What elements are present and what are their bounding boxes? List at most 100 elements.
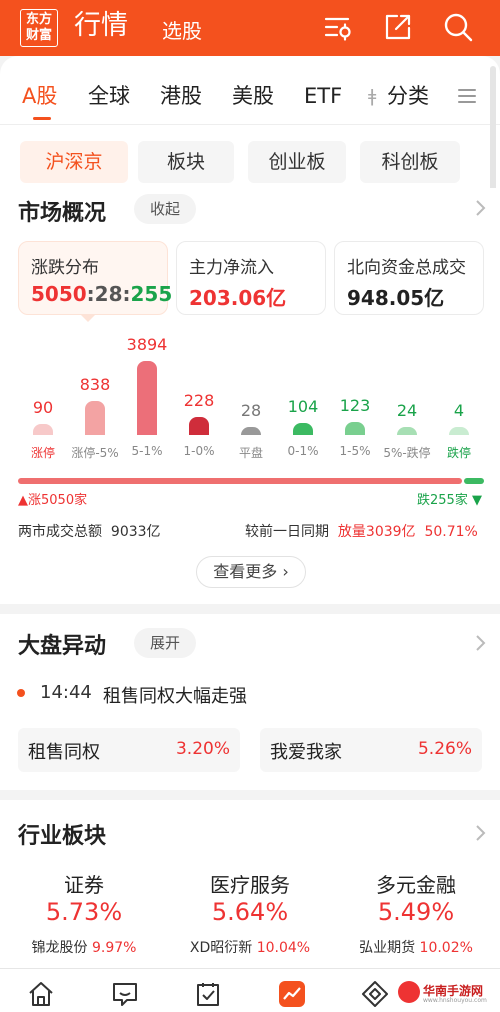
distribution-label: 1-5% xyxy=(339,444,371,458)
subtab-chinext[interactable]: 创业板 xyxy=(248,141,346,183)
tab-etf[interactable]: ETF xyxy=(304,82,342,110)
industry-pct: 5.73% xyxy=(45,898,123,926)
watermark-url: www.hnshouyou.com xyxy=(423,997,487,1004)
chip-name: 我爱我家 xyxy=(270,742,342,763)
distribution-bar xyxy=(85,401,105,435)
expand-button[interactable]: 展开 xyxy=(134,628,196,658)
distribution-count: 104 xyxy=(287,397,319,416)
app-logo[interactable]: 东方 财富 xyxy=(20,9,58,47)
industry-name[interactable]: 医疗服务 xyxy=(170,869,330,898)
updown-counts: 5050:28:255 xyxy=(31,282,173,306)
distribution-count: 28 xyxy=(240,401,262,420)
down-ratio-bar xyxy=(464,478,484,484)
arrow-up-icon: ▲ xyxy=(18,493,28,508)
subtab-hushenjing[interactable]: 沪深京 xyxy=(20,141,128,183)
turnover-label: 两市成交总额 xyxy=(18,524,102,540)
compare-pct: 50.71% xyxy=(424,524,478,540)
distribution-bar xyxy=(189,417,209,435)
chevron-right-icon: › xyxy=(282,562,289,581)
distribution-count: 228 xyxy=(183,391,215,410)
distribution-count: 123 xyxy=(339,396,371,415)
event-text[interactable]: 租售同权大幅走强 xyxy=(103,682,247,708)
distribution-label: 涨停 xyxy=(30,446,55,460)
watchlist-icon[interactable] xyxy=(193,979,223,1009)
up-total-label: ▲涨5050家 xyxy=(18,493,88,508)
distribution-bar xyxy=(33,424,53,435)
arrow-down-icon: ▼ xyxy=(467,493,482,508)
search-icon[interactable] xyxy=(441,10,475,44)
stock-chip[interactable]: 租售同权 3.20% xyxy=(18,728,240,772)
logo-line2: 财富 xyxy=(25,28,52,43)
stat-updown-distribution[interactable]: 涨跌分布 5050:28:255 xyxy=(18,241,172,315)
settings-list-icon[interactable] xyxy=(320,10,354,44)
stat-label: 北向资金总成交 xyxy=(347,258,466,278)
distribution-label: 0-1% xyxy=(287,444,319,458)
distribution-bar xyxy=(137,361,157,435)
distribution-bar xyxy=(241,427,261,435)
stock-picker-tab[interactable]: 选股 xyxy=(162,17,202,45)
watermark: 华南手游网 www.hnshouyou.com xyxy=(392,976,496,1008)
event-time: 14:44 xyxy=(40,682,92,703)
industry-name[interactable]: 证券 xyxy=(4,869,164,898)
industry-leader[interactable]: 锦龙股份 9.97% xyxy=(1,937,167,957)
share-icon[interactable] xyxy=(381,10,415,44)
collapse-button[interactable]: 收起 xyxy=(134,194,196,224)
up-count: 5050 xyxy=(31,282,87,306)
industry-pct: 5.49% xyxy=(377,898,455,926)
distribution-bar xyxy=(449,427,469,435)
home-icon[interactable] xyxy=(26,979,56,1009)
up-ratio-bar xyxy=(18,478,462,484)
chevron-right-icon[interactable] xyxy=(474,824,486,842)
stock-chip[interactable]: 我爱我家 5.26% xyxy=(260,728,482,772)
tab-fade-divider: ǂ xyxy=(368,86,377,107)
menu-icon[interactable] xyxy=(456,86,478,106)
compare-value: 放量3039亿 xyxy=(337,524,416,540)
subtab-star-market[interactable]: 科创板 xyxy=(360,141,460,183)
chip-name: 租售同权 xyxy=(28,742,100,763)
distribution-label: 1-0% xyxy=(183,444,215,458)
view-more-button[interactable]: 查看更多 › xyxy=(196,556,306,588)
event-dot xyxy=(17,689,25,697)
stat-main-net-inflow[interactable]: 主力净流入 203.06亿 xyxy=(176,241,326,315)
scrollbar[interactable] xyxy=(490,66,496,192)
distribution-bar xyxy=(293,423,313,435)
tab-categories[interactable]: 分类 xyxy=(387,82,429,110)
distribution-bar xyxy=(397,427,417,435)
distribution-count: 90 xyxy=(32,398,54,417)
industry-leader[interactable]: XD昭衍新 10.04% xyxy=(167,937,333,957)
stat-northbound-turnover[interactable]: 北向资金总成交 948.05亿 xyxy=(334,241,484,315)
distribution-count: 3894 xyxy=(126,335,168,354)
distribution-count: 4 xyxy=(453,401,465,420)
industry-leader[interactable]: 弘业期货 10.02% xyxy=(333,937,499,957)
down-total-label: 跌255家 ▼ xyxy=(417,493,482,508)
industry-title: 行业板块 xyxy=(18,824,107,849)
industry-name[interactable]: 多元金融 xyxy=(336,869,496,898)
chip-value: 3.20% xyxy=(175,739,230,759)
compare-row: 较前一日同期 放量3039亿 50.71% xyxy=(245,521,478,541)
market-icon[interactable] xyxy=(277,979,307,1009)
subtab-sectors[interactable]: 板块 xyxy=(138,141,234,183)
tab-global[interactable]: 全球 xyxy=(88,82,130,110)
distribution-label: 5-1% xyxy=(131,444,163,458)
page-title[interactable]: 行情 xyxy=(74,8,128,44)
distribution-count: 24 xyxy=(396,401,418,420)
distribution-label: 5%-跌停 xyxy=(383,446,431,460)
flat-count: 28 xyxy=(94,282,123,306)
turnover-row: 两市成交总额 9033亿 xyxy=(18,521,161,541)
industry-pct: 5.64% xyxy=(211,898,289,926)
tab-a-shares[interactable]: A股 xyxy=(22,82,57,110)
market-overview-title: 市场概况 xyxy=(18,201,107,226)
chevron-right-icon[interactable] xyxy=(474,634,486,652)
chat-icon[interactable] xyxy=(110,979,140,1009)
tabs-divider xyxy=(0,124,500,125)
distribution-label: 平盘 xyxy=(238,446,263,460)
watermark-logo xyxy=(398,981,420,1003)
tab-hk-stocks[interactable]: 港股 xyxy=(160,82,202,110)
tab-us-stocks[interactable]: 美股 xyxy=(232,82,274,110)
distribution-bar xyxy=(345,422,365,435)
stat-label: 涨跌分布 xyxy=(31,258,99,278)
stat-label: 主力净流入 xyxy=(189,258,274,278)
discover-icon[interactable] xyxy=(360,979,390,1009)
chevron-right-icon[interactable] xyxy=(474,199,486,217)
tab-active-indicator xyxy=(33,117,51,120)
